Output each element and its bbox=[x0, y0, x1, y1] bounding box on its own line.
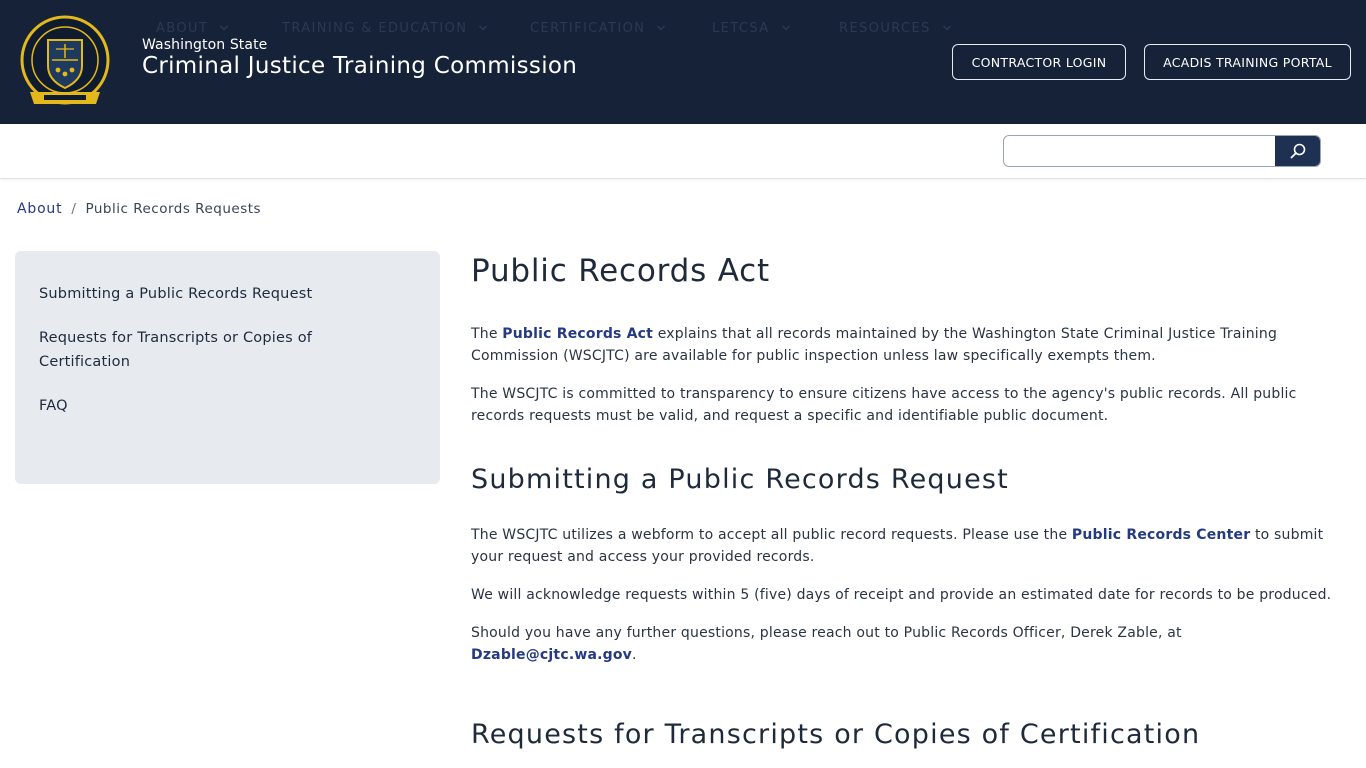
text: The WSCJTC utilizes a webform to accept … bbox=[471, 527, 1072, 543]
submitting-paragraph-1: The WSCJTC utilizes a webform to accept … bbox=[471, 524, 1339, 568]
acadis-training-portal-button[interactable]: ACADIS TRAINING PORTAL bbox=[1144, 44, 1351, 80]
nav-item-certification[interactable]: CERTIFICATION bbox=[530, 20, 667, 36]
chevron-down-icon bbox=[220, 25, 229, 31]
agency-name[interactable]: Criminal Justice Training Commission bbox=[142, 53, 577, 79]
sidebar-nav: Submitting a Public Records Request Requ… bbox=[15, 251, 440, 484]
search-input[interactable] bbox=[1004, 136, 1275, 166]
chevron-down-icon bbox=[479, 25, 488, 31]
search-icon bbox=[1290, 143, 1306, 159]
sidebar-item-faq[interactable]: FAQ bbox=[39, 394, 399, 418]
text: . bbox=[632, 647, 637, 663]
search-form bbox=[1003, 135, 1321, 167]
public-records-center-link[interactable]: Public Records Center bbox=[1072, 527, 1250, 543]
text: Should you have any further questions, p… bbox=[471, 625, 1182, 641]
nav-item-label: ABOUT bbox=[156, 20, 209, 36]
search-button[interactable] bbox=[1275, 136, 1320, 166]
page-title: Public Records Act bbox=[471, 253, 770, 289]
intro-paragraph-1: The Public Records Act explains that all… bbox=[471, 323, 1339, 367]
text: The bbox=[471, 326, 503, 342]
nav-item-label: LETCSA bbox=[712, 20, 770, 36]
contractor-login-button[interactable]: CONTRACTOR LOGIN bbox=[952, 44, 1126, 80]
nav-item-label: CERTIFICATION bbox=[530, 20, 646, 36]
public-records-act-link[interactable]: Public Records Act bbox=[502, 326, 653, 342]
email-link[interactable]: Dzable@cjtc.wa.gov bbox=[471, 647, 632, 663]
nav-item-about[interactable]: ABOUT bbox=[156, 20, 230, 36]
chevron-down-icon bbox=[942, 25, 951, 31]
submitting-paragraph-3: Should you have any further questions, p… bbox=[471, 622, 1339, 666]
section-heading-submitting: Submitting a Public Records Request bbox=[471, 464, 1009, 495]
chevron-down-icon bbox=[781, 25, 790, 31]
nav-item-resources[interactable]: RESOURCES bbox=[839, 20, 953, 36]
intro-paragraph-2: The WSCJTC is committed to transparency … bbox=[471, 386, 1297, 424]
breadcrumb-separator: / bbox=[71, 201, 77, 217]
breadcrumb-current: Public Records Requests bbox=[85, 201, 262, 217]
site-header: Washington State Criminal Justice Traini… bbox=[0, 0, 1366, 124]
nav-item-label: RESOURCES bbox=[839, 20, 931, 36]
sidebar-item-submitting-request[interactable]: Submitting a Public Records Request bbox=[39, 282, 399, 306]
agency-state: Washington State bbox=[142, 37, 268, 53]
section-heading-transcripts: Requests for Transcripts or Copies of Ce… bbox=[471, 719, 1201, 750]
sidebar-item-transcripts-certification[interactable]: Requests for Transcripts or Copies of Ce… bbox=[39, 326, 339, 374]
breadcrumb: About / Public Records Requests bbox=[17, 201, 261, 217]
nav-item-letcsa[interactable]: LETCSA bbox=[712, 20, 792, 36]
cjtc-seal-icon[interactable] bbox=[20, 14, 110, 110]
nav-item-training-education[interactable]: TRAINING & EDUCATION bbox=[282, 20, 489, 36]
submitting-paragraph-2: We will acknowledge requests within 5 (f… bbox=[471, 587, 1332, 603]
chevron-down-icon bbox=[657, 25, 666, 31]
nav-item-label: TRAINING & EDUCATION bbox=[282, 20, 468, 36]
breadcrumb-link-about[interactable]: About bbox=[17, 201, 62, 217]
